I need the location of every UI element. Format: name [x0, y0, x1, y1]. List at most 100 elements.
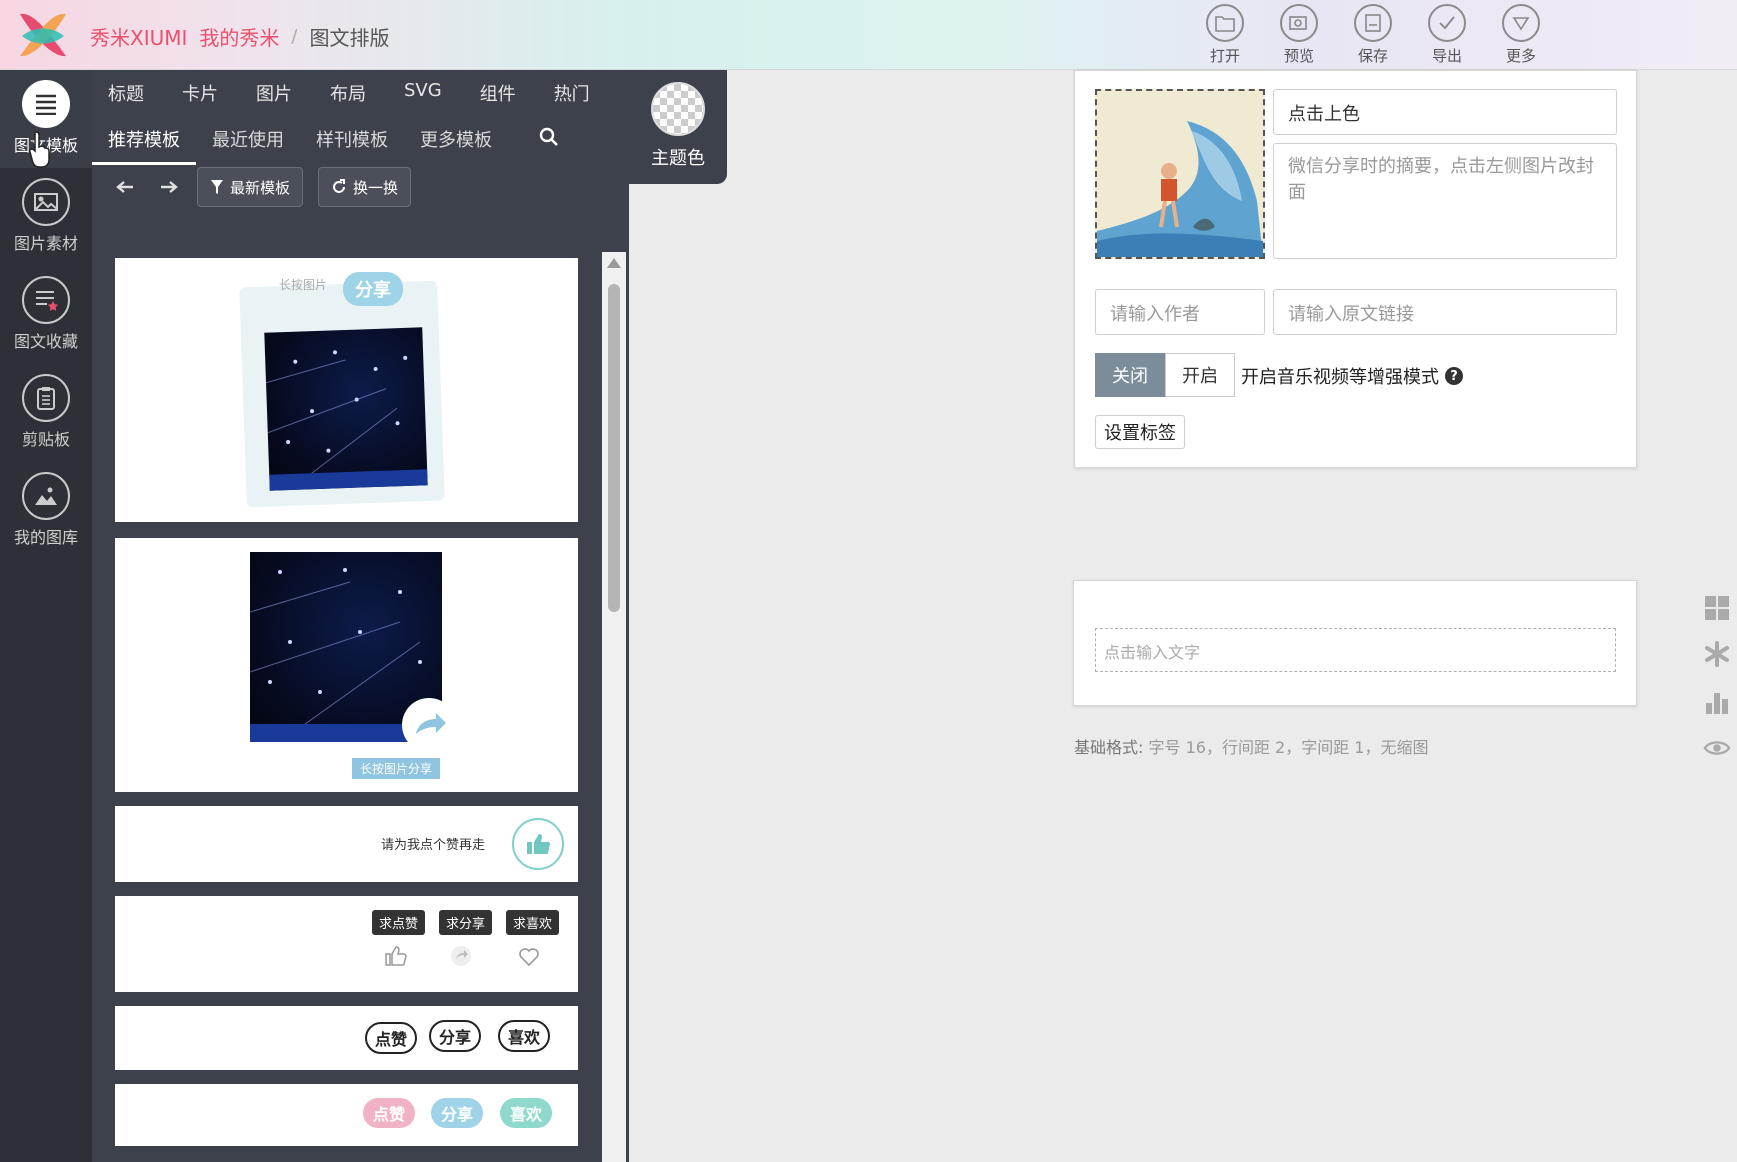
enhanced-mode-text: 开启音乐视频等增强模式: [1241, 367, 1439, 388]
gallery-icon: [22, 472, 70, 520]
like-prompt-text: 请为我点个赞再走: [381, 838, 486, 853]
list-icon: [22, 80, 70, 128]
source-link-input[interactable]: 请输入原文链接: [1273, 289, 1617, 335]
ask-share-bubble: 求分享: [439, 910, 493, 935]
latest-templates-filter[interactable]: 最新模板: [197, 167, 304, 207]
category-hot[interactable]: 热门: [554, 80, 590, 106]
template-card[interactable]: 长按图片 分享: [115, 258, 578, 522]
check-icon: [1428, 4, 1466, 42]
summary-textarea[interactable]: 微信分享时的摘要，点击左侧图片改封面: [1273, 143, 1617, 259]
help-icon[interactable]: ?: [1445, 367, 1463, 385]
preview-button[interactable]: 预览: [1274, 4, 1324, 66]
refresh-button[interactable]: 换一换: [318, 167, 412, 207]
article-settings-card: 点击上色 微信分享时的摘要，点击左侧图片改封面 请输入作者 请输入原文链接 关闭…: [1074, 70, 1637, 468]
asterisk-icon[interactable]: [1703, 640, 1731, 668]
filter-icon: [211, 180, 223, 194]
rail-item-gallery[interactable]: 我的图库: [0, 462, 92, 560]
search-icon[interactable]: [538, 126, 560, 148]
cover-image[interactable]: [1095, 89, 1265, 259]
like-pill: 点赞: [363, 1098, 416, 1128]
rail-label: 图文收藏: [13, 332, 78, 351]
breadcrumb-current: 图文排版: [309, 26, 390, 50]
category-card[interactable]: 卡片: [182, 80, 218, 106]
base-format-label: 基础格式:: [1074, 738, 1144, 757]
scroll-up-icon[interactable]: [607, 258, 621, 268]
more-icon: [1502, 4, 1540, 42]
base-format-info: 基础格式: 字号 16，行间距 2，字间距 1，无缩图: [1074, 734, 1428, 758]
filter-label: 最新模板: [230, 178, 291, 197]
xiumi-logo-icon[interactable]: [14, 8, 72, 62]
preview-label: 预览: [1283, 47, 1314, 65]
more-button[interactable]: 更多: [1496, 4, 1546, 66]
thumbs-up-icon: [512, 818, 564, 870]
share-caption: 长按图片分享: [352, 758, 441, 779]
category-component[interactable]: 组件: [480, 80, 516, 106]
open-label: 打开: [1209, 47, 1240, 65]
grid-icon[interactable]: [1703, 594, 1731, 622]
arrow-right-icon: [161, 181, 178, 193]
folder-icon: [1206, 4, 1244, 42]
category-svg[interactable]: SVG: [404, 80, 442, 106]
breadcrumb-mine[interactable]: 我的秀米: [199, 22, 279, 51]
rail-label: 图片素材: [13, 234, 78, 253]
category-layout[interactable]: 布局: [330, 80, 366, 106]
toolbar: 打开 预览 保存 导出 更多: [1200, 4, 1546, 66]
tab-more[interactable]: 更多模板: [404, 122, 508, 165]
favorites-icon: [22, 276, 70, 324]
rail-item-favorites[interactable]: 图文收藏: [0, 266, 92, 364]
breadcrumb-separator: /: [291, 26, 298, 47]
set-tags-button[interactable]: 设置标签: [1095, 415, 1185, 449]
export-button[interactable]: 导出: [1422, 4, 1472, 66]
share-arrow-icon: [402, 698, 456, 752]
favorite-pill: 喜欢: [500, 1098, 553, 1128]
breadcrumb: 秀米XIUMI 我的秀米 / 图文排版: [90, 22, 389, 51]
tab-recent[interactable]: 最近使用: [196, 122, 300, 165]
rail-item-images[interactable]: 图片素材: [0, 168, 92, 266]
theme-color-button[interactable]: 主题色: [648, 82, 708, 170]
scrollbar-thumb[interactable]: [608, 284, 620, 612]
template-card[interactable]: 请为我点个赞再走: [115, 806, 578, 882]
author-input[interactable]: 请输入作者: [1095, 289, 1265, 335]
tab-recommended[interactable]: 推荐模板: [92, 122, 196, 165]
template-card[interactable]: 点赞 分享 喜欢: [115, 1006, 578, 1070]
clipboard-icon: [22, 374, 70, 422]
top-bar: 秀米XIUMI 我的秀米 / 图文排版 打开 预览 保存 导出 更多: [0, 0, 1737, 70]
toggle-on-button[interactable]: 开启: [1165, 353, 1235, 397]
eye-icon[interactable]: [1703, 734, 1731, 762]
open-button[interactable]: 打开: [1200, 4, 1250, 66]
theme-swatch: [651, 82, 705, 136]
template-card[interactable]: 点赞 分享 喜欢: [115, 1084, 578, 1146]
share-icon: [451, 946, 471, 966]
template-card[interactable]: 长按图片分享: [115, 538, 578, 792]
category-tabs: 标题 卡片 图片 布局 SVG 组件 热门: [108, 80, 628, 106]
heart-icon: [519, 948, 539, 967]
forward-button[interactable]: [150, 168, 188, 206]
toggle-off-button[interactable]: 关闭: [1095, 353, 1165, 397]
more-label: 更多: [1505, 47, 1536, 65]
category-image[interactable]: 图片: [256, 80, 292, 106]
title-input[interactable]: 点击上色: [1273, 89, 1617, 135]
export-label: 导出: [1431, 47, 1462, 65]
ask-like-bubble: 求点赞: [372, 910, 426, 935]
template-tabs: 推荐模板 最近使用 样刊模板 更多模板: [92, 122, 508, 165]
like-pill: 点赞: [365, 1022, 418, 1054]
rail-label: 剪贴板: [21, 430, 70, 449]
favorite-pill: 喜欢: [498, 1020, 551, 1052]
refresh-label: 换一换: [353, 178, 399, 197]
bar-chart-icon[interactable]: [1703, 688, 1731, 716]
save-button[interactable]: 保存: [1348, 4, 1398, 66]
breadcrumb-site[interactable]: 秀米XIUMI: [90, 22, 187, 51]
category-title[interactable]: 标题: [108, 80, 144, 106]
text-input-box[interactable]: 点击输入文字: [1095, 628, 1616, 672]
template-caption: 长按图片: [279, 278, 328, 292]
share-tag: 分享: [343, 272, 403, 306]
enhanced-mode-label: 开启音乐视频等增强模式 ?: [1241, 363, 1463, 389]
share-pill: 分享: [429, 1020, 482, 1052]
rail-item-clipboard[interactable]: 剪贴板: [0, 364, 92, 462]
theme-color-label: 主题色: [651, 148, 705, 169]
night-stage-photo: [264, 327, 428, 491]
back-button[interactable]: [106, 168, 144, 206]
tab-sample[interactable]: 样刊模板: [300, 122, 404, 165]
save-icon: [1354, 4, 1392, 42]
template-card[interactable]: 求点赞 求分享 求喜欢: [115, 896, 578, 992]
